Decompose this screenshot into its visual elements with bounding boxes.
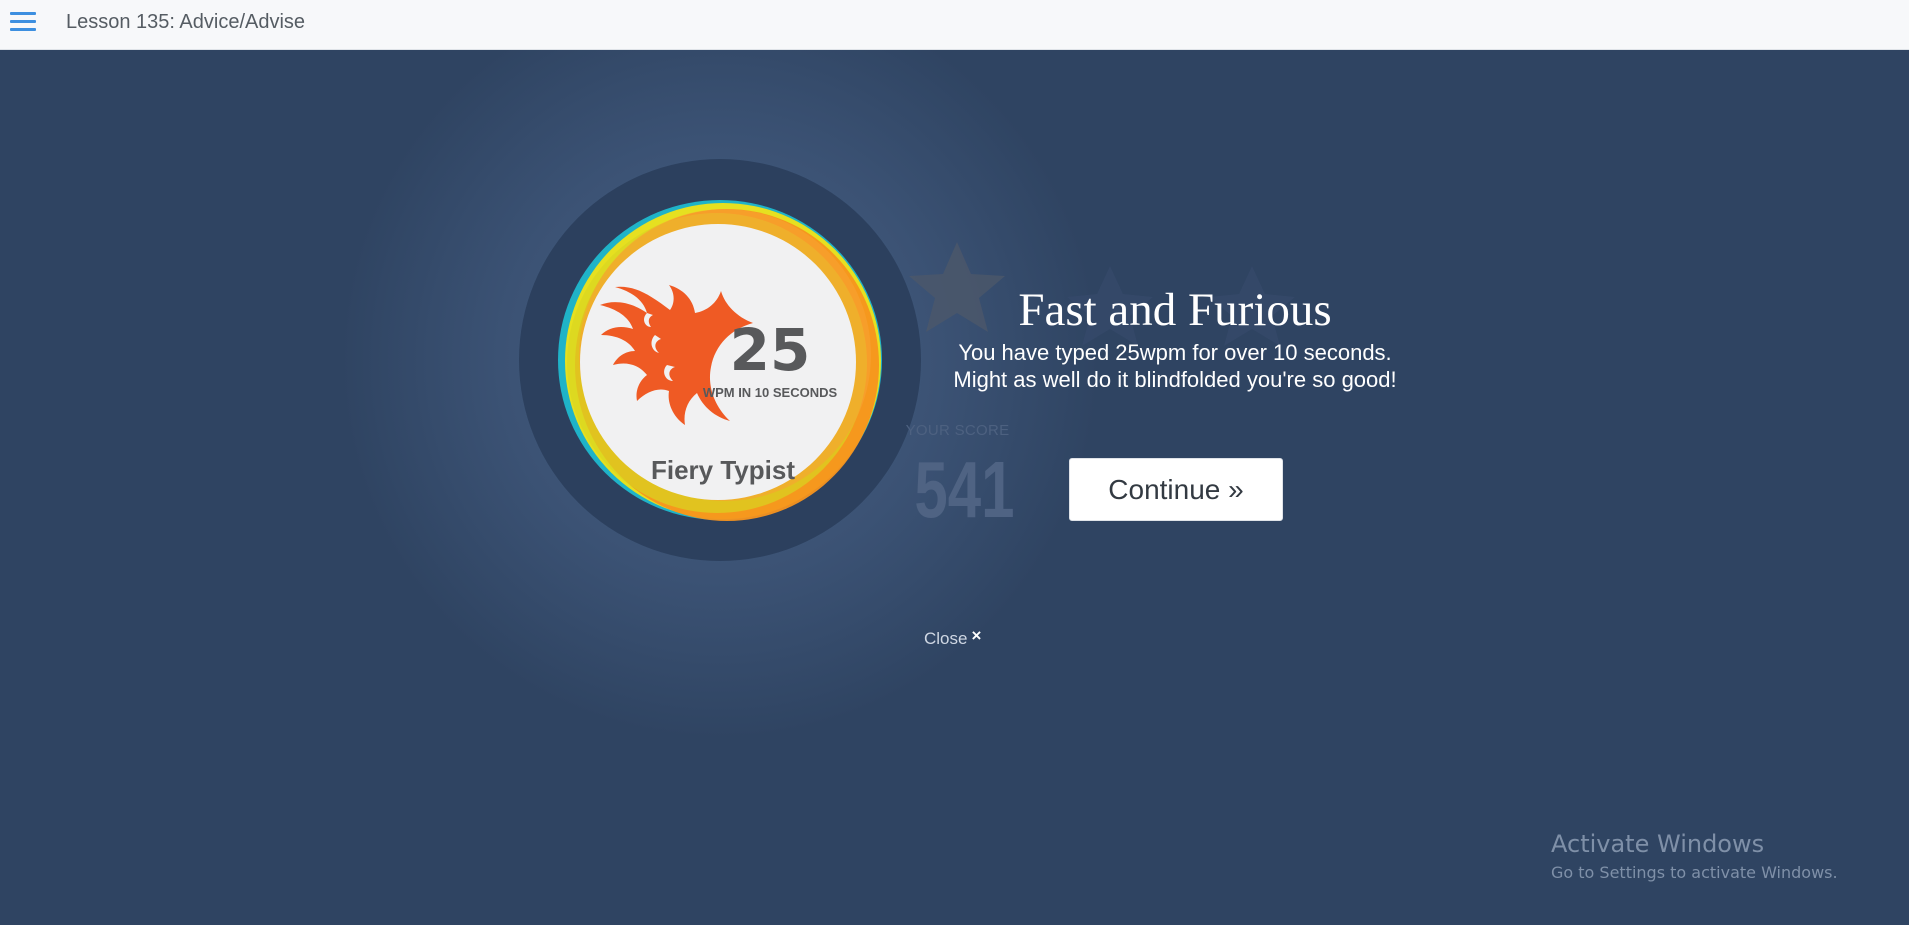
close-button[interactable]: Close × [924, 626, 982, 649]
continue-button[interactable]: Continue » [1069, 458, 1283, 521]
activate-windows-subtitle: Go to Settings to activate Windows. [1551, 863, 1838, 882]
badge-subtitle: WPM IN 10 SECONDS [703, 385, 838, 400]
score-label: YOUR SCORE [905, 422, 1010, 439]
close-label: Close [924, 629, 968, 648]
top-bar: Lesson 135: Advice/Advise [0, 0, 1909, 50]
close-icon: × [971, 626, 982, 645]
achievement-title: Fast and Furious [1018, 284, 1332, 336]
activate-windows-title: Activate Windows [1551, 830, 1765, 858]
badge-medal: 25 WPM IN 10 SECONDS Fiery Typist [558, 200, 882, 521]
achievement-description: You have typed 25wpm for over 10 seconds… [953, 340, 1397, 392]
badge-number: 25 [730, 316, 811, 384]
lesson-title: Lesson 135: Advice/Advise [66, 11, 306, 33]
badge-name: Fiery Typist [651, 455, 795, 485]
score-value: 541 [914, 445, 1015, 534]
achievement-overlay: 25 WPM IN 10 SECONDS Fiery Typist YOUR S… [0, 50, 1909, 925]
hamburger-menu-icon[interactable] [10, 12, 36, 32]
